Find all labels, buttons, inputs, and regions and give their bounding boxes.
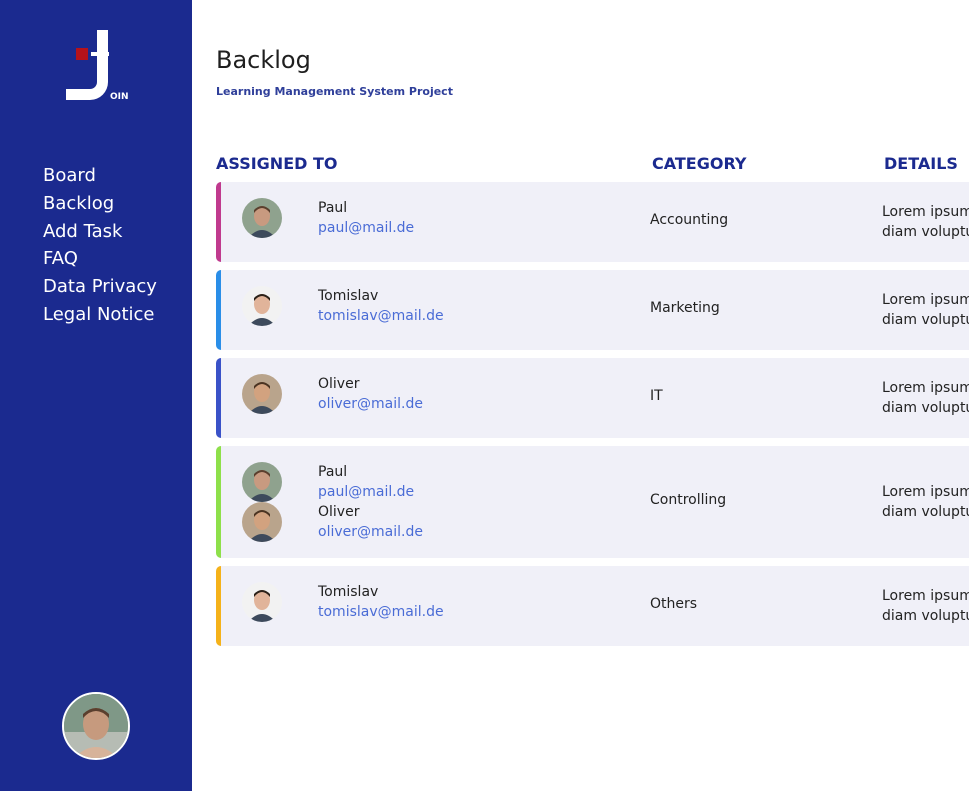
- join-logo[interactable]: OIN: [62, 28, 132, 104]
- category-color-bar: [216, 182, 221, 262]
- task-details: Lorem ipsum diam voluptu: [882, 290, 969, 330]
- assignee-name: Oliver: [318, 376, 360, 392]
- assignee-avatar: [242, 198, 282, 238]
- task-row[interactable]: Oliver oliver@mail.de IT Lorem ipsum diam vo…: [216, 358, 969, 438]
- task-details-line: Lorem ipsum: [882, 380, 969, 396]
- assignee-email-link[interactable]: paul@mail.de: [318, 220, 414, 236]
- task-category: Controlling: [650, 492, 727, 508]
- category-color-bar: [216, 270, 221, 350]
- task-details: Lorem ipsum diam voluptu: [882, 586, 969, 626]
- task-details-line: diam voluptu: [882, 224, 969, 240]
- assignee-email-link[interactable]: oliver@mail.de: [318, 396, 423, 412]
- assignee-name: Paul: [318, 200, 348, 216]
- main-content: Backlog Learning Management System Proje…: [192, 0, 969, 791]
- nav-item-faq[interactable]: FAQ: [43, 245, 157, 273]
- category-color-bar: [216, 566, 221, 646]
- column-header-details: DETAILS: [884, 154, 958, 173]
- svg-text:OIN: OIN: [110, 92, 129, 102]
- assignee-email-link[interactable]: tomislav@mail.de: [318, 308, 444, 324]
- nav-item-board[interactable]: Board: [43, 162, 157, 190]
- column-header-assigned: ASSIGNED TO: [216, 154, 338, 173]
- task-category: IT: [650, 388, 663, 404]
- category-color-bar: [216, 446, 221, 558]
- assignee-name: Tomislav: [318, 288, 379, 304]
- main-nav: Board Backlog Add Task FAQ Data Privacy …: [43, 162, 157, 329]
- task-category: Marketing: [650, 300, 720, 316]
- task-details-line: diam voluptu: [882, 504, 969, 520]
- task-details-line: Lorem ipsum: [882, 484, 969, 500]
- assignee-avatar: [242, 462, 282, 502]
- task-row[interactable]: Paul paul@mail.de Accounting Lorem ipsum dia…: [216, 182, 969, 262]
- task-details: Lorem ipsum diam voluptu: [882, 378, 969, 418]
- assignee-email-link[interactable]: oliver@mail.de: [318, 524, 423, 540]
- assignee-name: Paul: [318, 464, 348, 480]
- assignee-avatar: [242, 286, 282, 326]
- task-details-line: diam voluptu: [882, 608, 969, 624]
- page-title: Backlog: [216, 46, 311, 74]
- assignee-avatar: [242, 502, 282, 542]
- sidebar: OIN Board Backlog Add Task FAQ Data Priv…: [0, 0, 192, 791]
- assignee-avatar: [242, 582, 282, 622]
- task-row[interactable]: Tomislav tomislav@mail.de Others Lorem ipsu…: [216, 566, 969, 646]
- task-category: Others: [650, 596, 698, 612]
- task-details-line: Lorem ipsum: [882, 292, 969, 308]
- nav-item-legal-notice[interactable]: Legal Notice: [43, 301, 157, 329]
- task-details-line: diam voluptu: [882, 312, 969, 328]
- task-details-line: Lorem ipsum: [882, 204, 969, 220]
- task-details-line: Lorem ipsum: [882, 588, 969, 604]
- category-color-bar: [216, 358, 221, 438]
- assignee-name: Tomislav: [318, 584, 379, 600]
- task-row[interactable]: Tomislav tomislav@mail.de Marketing Lorem i…: [216, 270, 969, 350]
- task-category: Accounting: [650, 212, 729, 228]
- assignee-email-link[interactable]: paul@mail.de: [318, 484, 414, 500]
- nav-item-backlog[interactable]: Backlog: [43, 190, 157, 218]
- task-details-line: diam voluptu: [882, 400, 969, 416]
- column-header-category: CATEGORY: [652, 154, 747, 173]
- nav-item-data-privacy[interactable]: Data Privacy: [43, 273, 157, 301]
- task-row[interactable]: Paul paul@mail.de Oliver oliver@mail.de Cont…: [216, 446, 969, 558]
- assignee-avatar: [242, 374, 282, 414]
- project-subtitle: Learning Management System Project: [216, 85, 453, 98]
- assignee-name: Oliver: [318, 504, 360, 520]
- assignee-email-link[interactable]: tomislav@mail.de: [318, 604, 444, 620]
- nav-item-add-task[interactable]: Add Task: [43, 218, 157, 246]
- current-user-avatar[interactable]: [62, 692, 130, 760]
- task-details: Lorem ipsum diam voluptu: [882, 482, 969, 522]
- task-details: Lorem ipsum diam voluptu: [882, 202, 969, 242]
